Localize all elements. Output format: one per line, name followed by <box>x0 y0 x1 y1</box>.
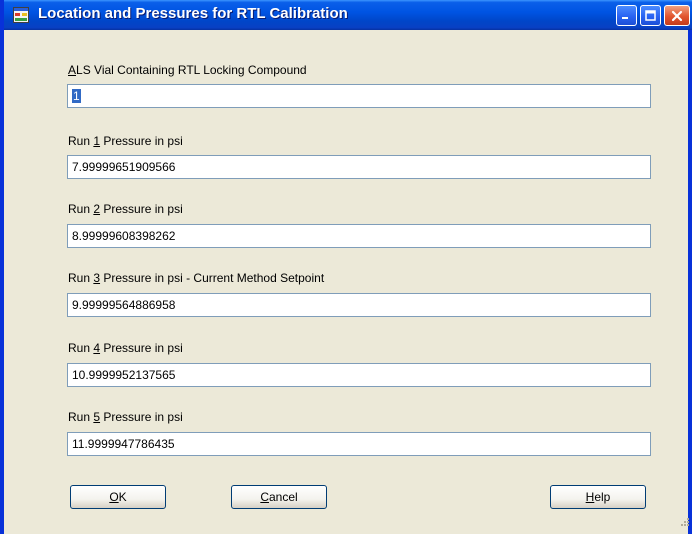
help-button-label: elp <box>594 490 611 504</box>
als-vial-label-mnemonic: A <box>68 63 77 77</box>
app-window-icon[interactable] <box>13 7 29 23</box>
run-2-pressure-label: Run 2 Pressure in psi <box>68 202 183 216</box>
cancel-button-mnemonic: C <box>260 490 269 504</box>
cancel-button-label: ancel <box>268 490 298 504</box>
run-3-pressure-input[interactable]: 9.99999564886958 <box>67 293 651 317</box>
run-5-label-text: Pressure in psi <box>100 410 183 424</box>
run-4-label-prefix: Run <box>68 341 94 355</box>
maximize-button[interactable] <box>640 5 661 26</box>
run-3-label-text: Pressure in psi - Current Method Setpoin… <box>100 271 325 285</box>
run-1-pressure-input[interactable]: 7.99999651909566 <box>67 155 651 179</box>
run-2-label-prefix: Run <box>68 202 94 216</box>
ok-button-label: K <box>118 490 127 504</box>
run-4-pressure-label: Run 4 Pressure in psi <box>68 341 183 355</box>
run-2-pressure-input[interactable]: 8.99999608398262 <box>67 224 651 248</box>
run-5-pressure-input[interactable]: 11.9999947786435 <box>67 432 651 456</box>
run-5-label-prefix: Run <box>68 410 94 424</box>
run-1-label-prefix: Run <box>68 134 94 148</box>
window-title: Location and Pressures for RTL Calibrati… <box>38 5 348 22</box>
als-vial-value-selected: 1 <box>72 89 81 103</box>
als-vial-input[interactable]: 1 <box>67 84 651 108</box>
run-5-pressure-label: Run 5 Pressure in psi <box>68 410 183 424</box>
run-4-pressure-input[interactable]: 10.9999952137565 <box>67 363 651 387</box>
resize-grip-icon[interactable] <box>678 516 690 528</box>
ok-button-mnemonic: O <box>109 490 119 504</box>
help-button-mnemonic: H <box>585 490 595 504</box>
als-vial-label: ALS Vial Containing RTL Locking Compound <box>68 63 307 77</box>
ok-button[interactable]: OK <box>70 485 166 509</box>
minimize-icon <box>621 10 632 21</box>
close-icon <box>671 10 683 22</box>
dialog-window: Location and Pressures for RTL Calibrati… <box>0 0 692 534</box>
help-button[interactable]: Help <box>550 485 646 509</box>
run-2-label-text: Pressure in psi <box>100 202 183 216</box>
run-1-label-text: Pressure in psi <box>100 134 183 148</box>
title-bar[interactable]: Location and Pressures for RTL Calibrati… <box>4 0 692 30</box>
close-button[interactable] <box>664 5 690 26</box>
run-3-pressure-label: Run 3 Pressure in psi - Current Method S… <box>68 271 324 285</box>
als-vial-label-text: LS Vial Containing RTL Locking Compound <box>76 63 307 77</box>
cancel-button[interactable]: Cancel <box>231 485 327 509</box>
run-4-label-text: Pressure in psi <box>100 341 183 355</box>
maximize-icon <box>645 10 656 21</box>
minimize-button[interactable] <box>616 5 637 26</box>
run-3-label-prefix: Run <box>68 271 94 285</box>
run-1-pressure-label: Run 1 Pressure in psi <box>68 134 183 148</box>
